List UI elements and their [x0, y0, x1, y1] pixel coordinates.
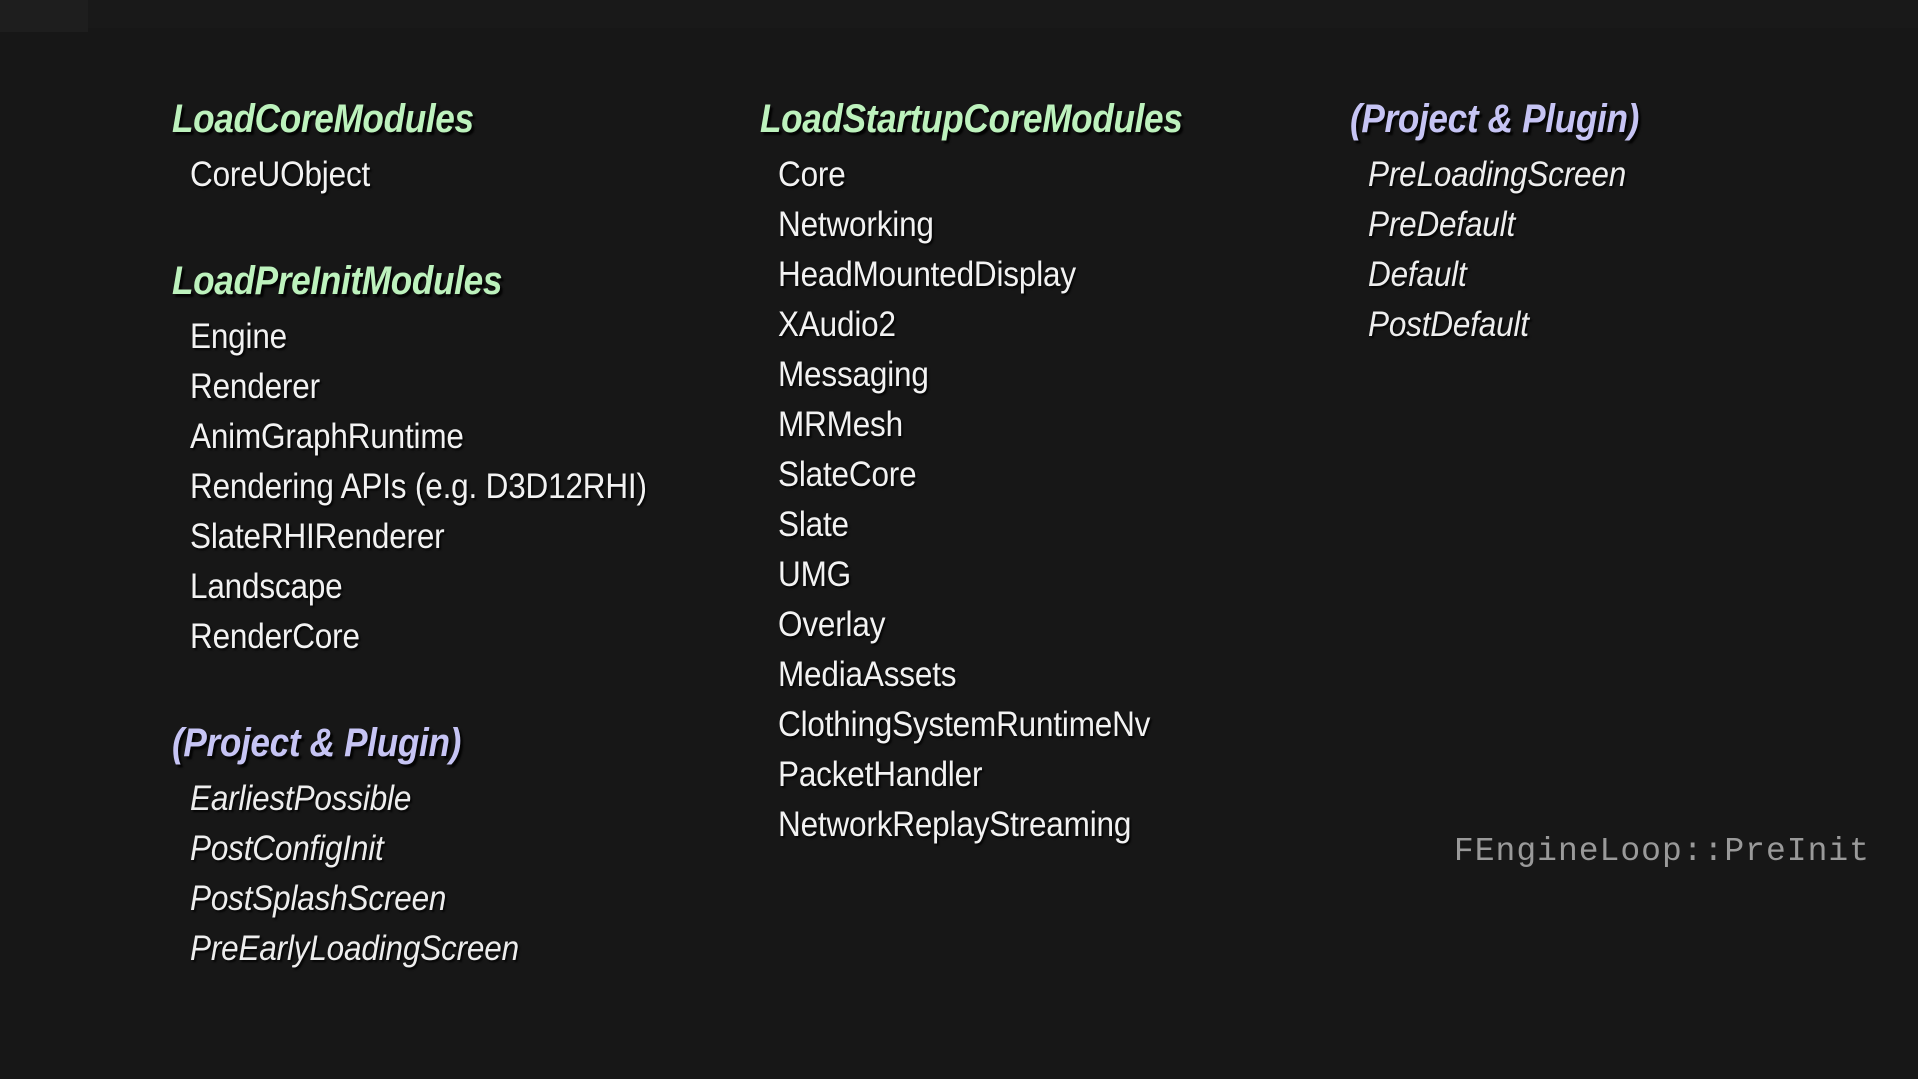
list-item: Overlay [778, 605, 886, 644]
list-item: AnimGraphRuntime [190, 417, 464, 456]
module-list: PreLoadingScreen PreDefault Default Post… [1350, 150, 1780, 350]
list-item: PostDefault [1368, 305, 1529, 344]
group-load-preinit-modules: LoadPreInitModules Engine Renderer AnimG… [172, 258, 647, 662]
list-item: UMG [778, 555, 851, 594]
list-item: Slate [778, 505, 849, 544]
slide-canvas: LoadCoreModules CoreUObject LoadPreInitM… [0, 0, 1918, 1079]
group-project-and-plugin-left: (Project & Plugin) EarliestPossible Post… [172, 720, 632, 974]
list-item: Messaging [778, 355, 929, 394]
group-load-startup-core-modules: LoadStartupCoreModules Core Networking H… [760, 96, 1230, 850]
list-item: RenderCore [190, 617, 360, 656]
list-item: PreEarlyLoadingScreen [190, 929, 519, 968]
group-title: (Project & Plugin) [1350, 97, 1639, 141]
list-item: ClothingSystemRuntimeNv [778, 705, 1151, 744]
list-item: PostSplashScreen [190, 879, 447, 918]
module-columns: LoadCoreModules CoreUObject LoadPreInitM… [0, 0, 1918, 1079]
list-item: PostConfigInit [190, 829, 384, 868]
list-item: NetworkReplayStreaming [778, 805, 1132, 844]
list-item: Default [1368, 255, 1467, 294]
module-list: Core Networking HeadMountedDisplay XAudi… [760, 150, 1230, 850]
module-list: Engine Renderer AnimGraphRuntime Renderi… [172, 312, 647, 662]
group-title: LoadCoreModules [172, 97, 474, 141]
column-right: (Project & Plugin) PreLoadingScreen PreD… [1350, 96, 1780, 350]
list-item: SlateRHIRenderer [190, 517, 445, 556]
list-item: CoreUObject [190, 155, 371, 194]
module-list: EarliestPossible PostConfigInit PostSpla… [172, 774, 632, 974]
list-item: Core [778, 155, 846, 194]
list-item: MediaAssets [778, 655, 957, 694]
list-item: PreDefault [1368, 205, 1516, 244]
list-item: XAudio2 [778, 305, 896, 344]
list-item: MRMesh [778, 405, 903, 444]
group-title: (Project & Plugin) [172, 721, 461, 765]
list-item: Engine [190, 317, 288, 356]
group-title: LoadPreInitModules [172, 259, 503, 303]
column-middle: LoadStartupCoreModules Core Networking H… [760, 96, 1230, 850]
list-item: EarliestPossible [190, 779, 412, 818]
group-title: LoadStartupCoreModules [760, 97, 1183, 141]
list-item: PreLoadingScreen [1368, 155, 1627, 194]
list-item: Landscape [190, 567, 343, 606]
list-item: Renderer [190, 367, 320, 406]
group-load-core-modules: LoadCoreModules CoreUObject [172, 96, 632, 200]
list-item: PacketHandler [778, 755, 983, 794]
module-list: CoreUObject [172, 150, 632, 200]
column-left: LoadCoreModules CoreUObject LoadPreInitM… [172, 96, 647, 974]
slide-footnote: FEngineLoop::PreInit [1453, 833, 1870, 870]
list-item: Rendering APIs (e.g. D3D12RHI) [190, 467, 647, 506]
group-project-and-plugin-right: (Project & Plugin) PreLoadingScreen PreD… [1350, 96, 1780, 350]
list-item: Networking [778, 205, 934, 244]
list-item: SlateCore [778, 455, 917, 494]
list-item: HeadMountedDisplay [778, 255, 1076, 294]
